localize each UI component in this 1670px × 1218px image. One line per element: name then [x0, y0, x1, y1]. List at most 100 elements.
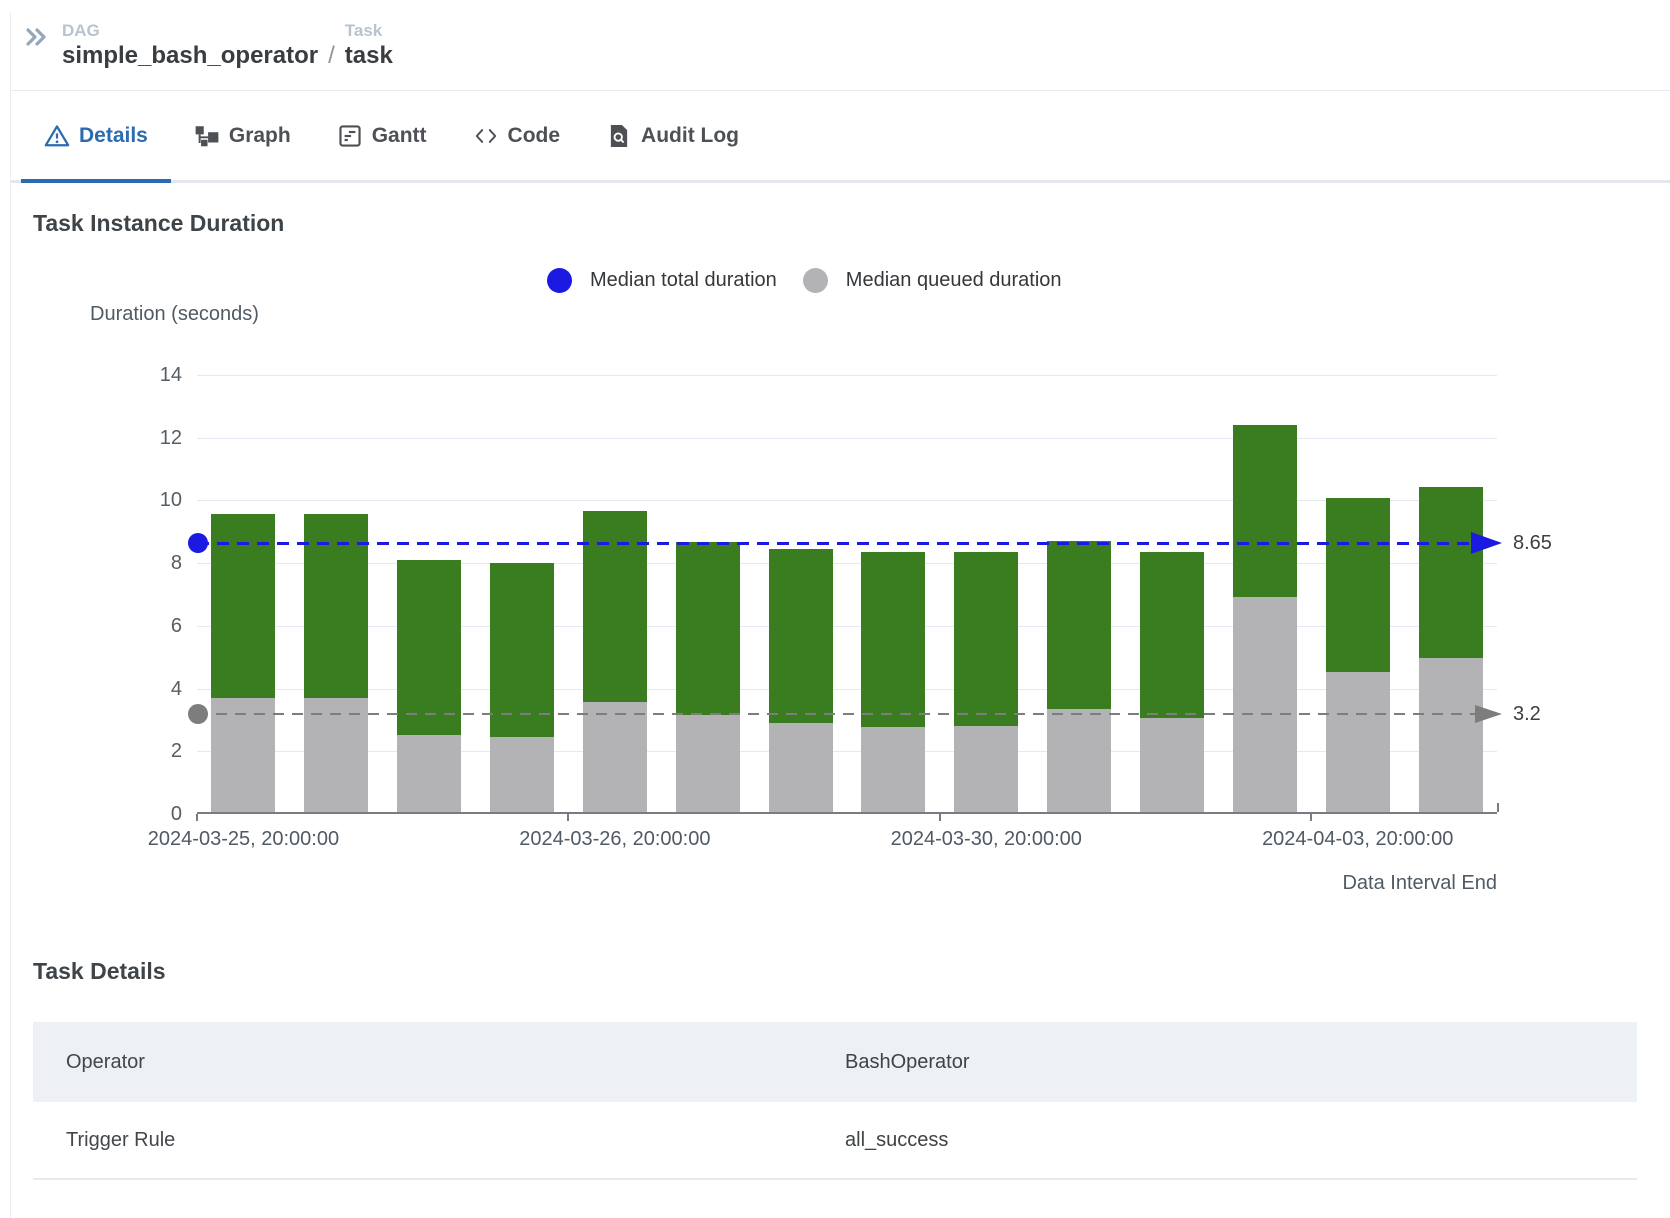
x-axis-title: Data Interval End — [1342, 872, 1497, 894]
bar-stack[interactable] — [1232, 424, 1297, 812]
x-tick-label: 2024-03-30, 20:00:00 — [890, 828, 1082, 850]
bar-run-segment — [1418, 487, 1483, 659]
breadcrumb: DAG simple_bash_operator / Task task — [62, 21, 393, 71]
bar-run-segment — [675, 542, 740, 715]
bar-stack[interactable] — [768, 548, 833, 812]
x-tick-label: 2024-03-25, 20:00:00 — [147, 828, 340, 850]
bar-stack[interactable] — [582, 510, 647, 812]
bar-run-segment — [1047, 540, 1112, 709]
graph-nodes-icon — [194, 123, 220, 149]
legend-item-median-queued[interactable]: Median queued duration — [802, 268, 1062, 293]
median-dot-gray — [188, 703, 208, 724]
plot-area: 8.65 3.2 — [188, 375, 1552, 821]
bar-run-segment — [490, 562, 554, 737]
bar-queued-segment — [768, 722, 833, 812]
tab-gantt[interactable]: Gantt — [314, 91, 450, 180]
gridline-y-6 — [197, 625, 1497, 627]
bar-stack[interactable] — [675, 542, 740, 812]
detail-label: Trigger Rule — [66, 1128, 176, 1151]
bar-stack[interactable] — [490, 562, 554, 812]
chart-legend: Median total duration Median queued durat… — [547, 268, 1062, 293]
x-axis-labels: 2024-03-25, 20:00:00 2024-03-26, 20:00:00… — [148, 828, 1497, 854]
bar-run-segment — [954, 551, 1019, 726]
bar-stack[interactable] — [861, 551, 926, 812]
tab-bar: Details Graph Gantt Code Audit Log — [11, 91, 1670, 183]
legend-label: Median queued duration — [845, 269, 1062, 291]
legend-label: Median total duration — [590, 269, 777, 291]
tab-graph[interactable]: Graph — [171, 91, 314, 180]
bar-run-segment — [1232, 424, 1297, 598]
gridline-y-8 — [197, 563, 1497, 565]
legend-dot — [802, 268, 828, 293]
tab-label: Code — [507, 123, 561, 147]
bar-stack[interactable] — [1140, 551, 1204, 812]
y-tick-label: 12 — [159, 426, 182, 449]
tab-label: Audit Log — [641, 123, 740, 147]
bar-run-segment — [582, 510, 647, 703]
median-value-label: 3.2 — [1513, 702, 1541, 725]
y-tick-label: 14 — [159, 364, 182, 386]
breadcrumb-dag-value[interactable]: simple_bash_operator — [62, 41, 318, 71]
y-tick-label: 4 — [170, 677, 182, 700]
task-details-title: Task Details — [33, 958, 166, 984]
bar-queued-segment — [1418, 658, 1483, 812]
bar-stack[interactable] — [954, 551, 1019, 812]
y-tick-label: 8 — [170, 552, 182, 575]
tab-audit-log[interactable]: Audit Log — [583, 91, 762, 180]
bar-stack[interactable] — [1325, 498, 1390, 812]
task-instance-page: DAG simple_bash_operator / Task task Det… — [0, 0, 1670, 1218]
gridline-y-4 — [197, 688, 1497, 690]
median-arrowhead-gray — [1475, 704, 1502, 723]
tab-code[interactable]: Code — [450, 91, 584, 180]
x-axis-tick — [1310, 814, 1313, 821]
x-tick-label: 2024-03-26, 20:00:00 — [519, 828, 711, 850]
bar-run-segment — [397, 559, 462, 736]
y-tick-label: 0 — [170, 803, 182, 825]
bar-queued-segment — [582, 702, 647, 812]
tab-label: Graph — [228, 123, 291, 147]
task-details-table: Operator BashOperator Trigger Rule all_succ… — [33, 1022, 1637, 1180]
tab-label: Gantt — [371, 123, 427, 147]
breadcrumb-task-label: Task — [344, 21, 383, 40]
axis-end-tick — [1497, 803, 1499, 812]
x-axis-tick — [567, 814, 570, 821]
bar-run-segment — [1325, 498, 1390, 673]
gantt-document-icon — [337, 123, 363, 149]
bar-queued-segment — [1232, 597, 1297, 812]
bar-run-segment — [768, 548, 833, 723]
file-search-icon — [606, 123, 632, 149]
tab-details[interactable]: Details — [21, 91, 171, 183]
y-tick-label: 2 — [170, 740, 182, 763]
median-value-label: 8.65 — [1513, 531, 1552, 554]
gridline-y-2 — [197, 751, 1497, 753]
bar-queued-segment — [1047, 708, 1112, 812]
y-tick-label: 10 — [159, 489, 182, 512]
x-tick-label: 2024-04-03, 20:00:00 — [1262, 828, 1454, 850]
legend-item-median-total[interactable]: Median total duration — [547, 268, 777, 293]
bar-stack[interactable] — [397, 559, 462, 812]
section-title: Task Instance Duration — [33, 210, 285, 236]
x-axis-tick — [196, 814, 198, 821]
bar-run-segment — [861, 551, 926, 728]
bar-queued-segment — [954, 725, 1019, 812]
y-axis-title: Duration (seconds) — [90, 303, 259, 325]
y-tick-label: 6 — [170, 614, 182, 637]
y-axis-labels: 0 2 4 6 8 10 12 14 — [60, 364, 182, 825]
median-dot-blue — [188, 532, 208, 553]
median-arrowhead-blue — [1471, 531, 1502, 554]
bar-queued-segment — [211, 697, 276, 812]
x-axis-tick — [938, 814, 941, 821]
detail-value: all_success — [845, 1128, 949, 1151]
double-chevron-right-icon[interactable] — [24, 25, 48, 49]
bar-stack[interactable] — [1047, 540, 1112, 812]
table-row: Operator BashOperator — [33, 1022, 1637, 1102]
bar-queued-segment — [490, 736, 554, 812]
bar-queued-segment — [861, 727, 926, 812]
bar-run-segment — [1140, 551, 1204, 718]
header: DAG simple_bash_operator / Task task — [11, 0, 1670, 91]
bar-stack[interactable] — [211, 514, 276, 812]
bar-queued-segment — [1140, 717, 1204, 812]
gridline-y-14 — [197, 375, 1497, 376]
bar-stack[interactable] — [304, 514, 369, 812]
code-brackets-icon — [473, 123, 499, 149]
